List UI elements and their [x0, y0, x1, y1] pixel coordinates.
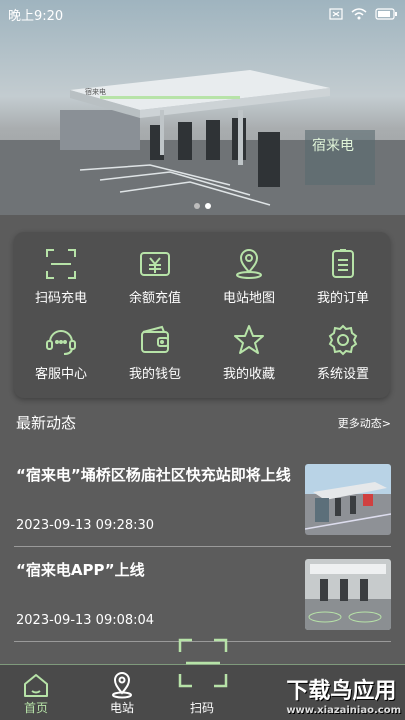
- menu-my-wallet[interactable]: 我的钱包: [108, 314, 202, 390]
- news-item-time: 2023-09-13 09:08:04: [16, 613, 155, 628]
- notification-off-icon: [329, 8, 343, 20]
- scan-icon: [178, 638, 228, 688]
- tab-home[interactable]: 首页: [22, 671, 50, 716]
- menu-balance-topup[interactable]: 余额充值: [108, 238, 202, 314]
- menu-scan-charge[interactable]: 扫码充电: [14, 238, 108, 314]
- divider: [14, 546, 391, 547]
- headset-icon: [46, 329, 76, 355]
- tab-station-label: 电站: [109, 701, 134, 715]
- svg-text:宿来电: 宿来电: [85, 87, 106, 96]
- news-item-thumbnail: [305, 559, 391, 630]
- carousel-dot-active[interactable]: [205, 203, 211, 209]
- news-item-title: “宿来电”埇桥区杨庙社区快充站即将上线: [16, 466, 291, 484]
- news-item-time: 2023-09-13 09:28:30: [16, 518, 155, 533]
- news-item[interactable]: “宿来电”埇桥区杨庙社区快充站即将上线 2023-09-13 09:28:30: [16, 462, 391, 537]
- scan-button[interactable]: [176, 636, 230, 690]
- news-section-title: 最新动态: [16, 414, 77, 432]
- carousel-indicator: [194, 203, 211, 209]
- map-pin-icon: [236, 248, 262, 279]
- order-list-icon: [332, 248, 354, 278]
- carousel-dot[interactable]: [194, 203, 200, 209]
- menu-station-map[interactable]: 电站地图: [202, 238, 296, 314]
- menu-customer-service[interactable]: 客服中心: [14, 314, 108, 390]
- watermark-logo: 下载鸟应用 www.xiazainiao.com: [286, 679, 401, 716]
- news-header: 最新动态 更多动态>: [16, 412, 391, 433]
- gear-icon: [328, 324, 358, 355]
- menu-my-orders[interactable]: 我的订单: [296, 238, 390, 314]
- status-time: 晚上9:20: [8, 8, 64, 24]
- tab-scan-label: 扫码: [190, 701, 215, 715]
- menu-my-favorites[interactable]: 我的收藏: [202, 314, 296, 390]
- news-item-title: “宿来电APP”上线: [16, 561, 145, 579]
- news-item-thumbnail: [305, 464, 391, 535]
- function-panel: 扫码充电 余额充值 电站地图 我的订单 客服中心 我的钱包 我的收藏 系统设置: [14, 232, 390, 398]
- news-item[interactable]: “宿来电APP”上线 2023-09-13 09:08:04: [16, 557, 391, 632]
- battery-icon: [375, 8, 397, 20]
- wallet-yen-icon: [140, 251, 170, 276]
- map-pin-icon: [112, 672, 132, 699]
- tab-scan[interactable]: 扫码: [190, 699, 214, 716]
- tab-home-label: 首页: [23, 701, 48, 715]
- menu-system-settings[interactable]: 系统设置: [296, 314, 390, 390]
- wifi-icon: [351, 8, 367, 20]
- wallet-icon: [141, 325, 169, 353]
- scan-icon: [46, 248, 76, 279]
- status-bar: 晚上9:20: [0, 0, 405, 28]
- home-icon: [24, 674, 48, 697]
- banner-carousel[interactable]: 宿来电 宿来电: [0, 0, 405, 215]
- more-news-link[interactable]: 更多动态>: [338, 415, 391, 431]
- star-icon: [234, 324, 264, 354]
- svg-text:宿来电: 宿来电: [312, 137, 354, 154]
- tab-station[interactable]: 电站: [108, 671, 136, 716]
- charging-station-photo: 宿来电 宿来电: [0, 70, 405, 215]
